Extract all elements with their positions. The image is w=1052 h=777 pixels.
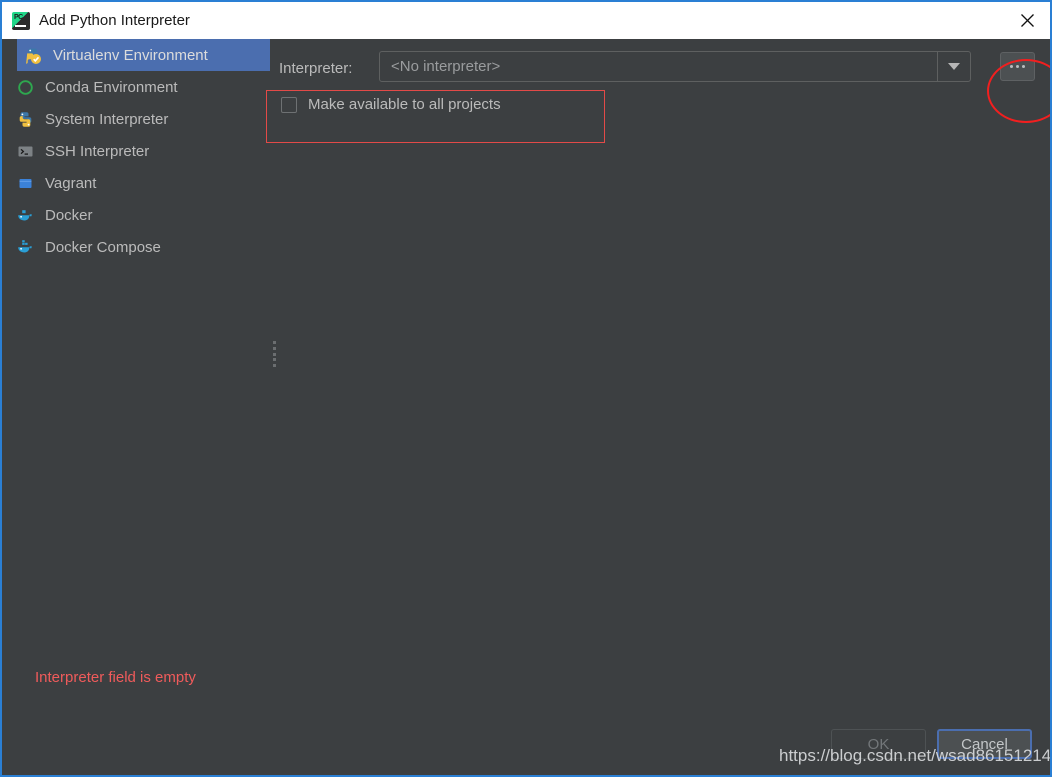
ellipsis-icon [1016, 65, 1019, 68]
vagrant-cube-icon [17, 175, 34, 192]
error-message: Interpreter field is empty [35, 669, 196, 686]
title-bar: PC Add Python Interpreter [2, 2, 1050, 39]
sidebar-item-label: Virtualenv Environment [53, 46, 208, 64]
interpreter-label: Interpreter: [279, 59, 353, 77]
sidebar-item-virtualenv-environment[interactable]: Virtualenv Environment [17, 39, 270, 71]
terminal-icon [17, 143, 34, 160]
pycharm-icon: PC [12, 11, 30, 30]
interpreter-value: <No interpreter> [391, 58, 501, 75]
chevron-down-icon[interactable] [937, 52, 970, 81]
checkbox-box-icon[interactable] [281, 96, 297, 113]
add-python-interpreter-dialog: PC Add Python Interpreter Virtualenv Env… [0, 0, 1052, 777]
dialog-footer: OK Cancel [831, 729, 1032, 759]
sidebar-item-label: Conda Environment [45, 78, 178, 96]
browse-interpreter-button[interactable] [1000, 52, 1035, 81]
sidebar-item-label: Vagrant [45, 174, 97, 192]
python-icon [17, 111, 34, 128]
ellipsis-icon [1010, 65, 1013, 68]
sidebar-splitter[interactable] [271, 39, 279, 775]
sidebar-item-system-interpreter[interactable]: System Interpreter [2, 103, 270, 135]
ok-button[interactable]: OK [831, 729, 926, 759]
make-available-all-projects-checkbox[interactable]: Make available to all projects [281, 96, 501, 113]
interpreter-row: Interpreter: <No interpreter> [279, 51, 1050, 123]
interpreter-combobox[interactable]: <No interpreter> [379, 51, 971, 82]
docker-whale-icon [17, 207, 34, 224]
checkbox-label: Make available to all projects [308, 96, 501, 113]
virtualenv-icon [25, 47, 42, 64]
sidebar-item-ssh-interpreter[interactable]: SSH Interpreter [2, 135, 270, 167]
sidebar-item-label: Docker Compose [45, 238, 161, 256]
sidebar-item-vagrant[interactable]: Vagrant [2, 167, 270, 199]
cancel-button[interactable]: Cancel [937, 729, 1032, 759]
conda-icon [17, 79, 34, 96]
close-icon[interactable] [1005, 2, 1050, 39]
interpreter-type-sidebar: Virtualenv Environment Conda Environment [2, 39, 270, 775]
docker-compose-icon [17, 239, 34, 256]
sidebar-item-docker[interactable]: Docker [2, 199, 270, 231]
sidebar-item-docker-compose[interactable]: Docker Compose [2, 231, 270, 263]
sidebar-item-label: SSH Interpreter [45, 142, 150, 160]
window-title: Add Python Interpreter [39, 12, 190, 29]
ellipsis-icon [1022, 65, 1025, 68]
sidebar-item-label: System Interpreter [45, 110, 169, 128]
main-panel: Interpreter: <No interpreter> Make avail… [266, 39, 1050, 775]
sidebar-item-label: Docker [45, 206, 93, 224]
sidebar-item-conda-environment[interactable]: Conda Environment [2, 71, 270, 103]
splitter-grip-icon [273, 341, 277, 367]
dialog-body: Virtualenv Environment Conda Environment [2, 39, 1050, 775]
